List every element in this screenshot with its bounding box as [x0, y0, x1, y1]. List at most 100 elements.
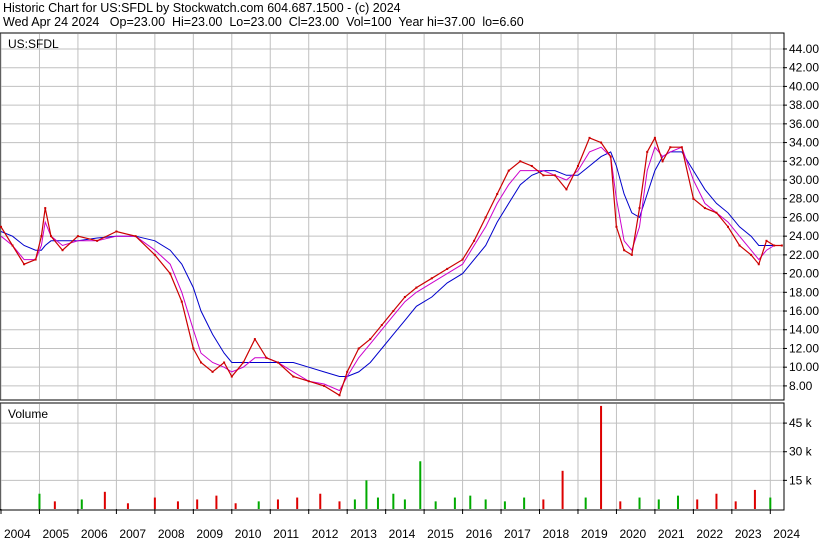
volume-bar — [657, 499, 660, 509]
volume-bar — [542, 499, 545, 509]
close-point — [380, 324, 383, 327]
volume-bar — [196, 499, 199, 509]
close-point — [265, 356, 268, 359]
close-point — [253, 338, 256, 341]
close-point — [519, 160, 522, 163]
close-point — [338, 394, 341, 397]
year-tick-label: 2019 — [581, 527, 608, 541]
price-tick-label: 14.00 — [789, 323, 819, 337]
close-point — [230, 375, 233, 378]
close-point — [23, 263, 26, 266]
close-point — [757, 263, 760, 266]
close-point — [565, 188, 568, 191]
price-tick-label: 22.00 — [789, 248, 819, 262]
price-tick-label: 8.00 — [789, 379, 813, 393]
volume-panel — [0, 402, 785, 511]
volume-bar — [296, 497, 299, 509]
year-tick-label: 2006 — [81, 527, 108, 541]
close-point — [96, 239, 99, 242]
volume-bar — [103, 491, 106, 509]
price-tick-label: 38.00 — [789, 98, 819, 112]
close-point — [276, 361, 279, 364]
close-point — [430, 277, 433, 280]
price-tick-label: 12.00 — [789, 341, 819, 355]
symbol-label: US:SFDL — [8, 37, 59, 51]
volume-bar — [215, 495, 218, 509]
close-point — [692, 197, 695, 200]
price-tick-label: 42.00 — [789, 61, 819, 75]
volume-bar — [484, 499, 487, 509]
year-tick-label: 2012 — [312, 527, 339, 541]
year-tick-label: 2008 — [158, 527, 185, 541]
price-tick-label: 18.00 — [789, 285, 819, 299]
volume-tick-label: 30 k — [789, 445, 813, 459]
close-point — [242, 361, 245, 364]
close-point — [115, 230, 118, 233]
price-tick-label: 16.00 — [789, 304, 819, 318]
volume-bar — [753, 489, 756, 509]
volume-bar — [257, 501, 260, 509]
year-tick-label: 2005 — [42, 527, 69, 541]
close-point — [588, 136, 591, 139]
volume-bar — [469, 495, 472, 509]
close-point — [357, 347, 360, 350]
close-point — [473, 239, 476, 242]
volume-bar — [276, 499, 279, 509]
close-point — [484, 216, 487, 219]
volume-bar — [365, 480, 368, 509]
price-tick-label: 40.00 — [789, 79, 819, 93]
year-tick-label: 2011 — [273, 527, 299, 541]
volume-bar — [561, 470, 564, 509]
year-tick-label: 2023 — [735, 527, 762, 541]
volume-bar — [523, 497, 526, 509]
year-tick-label: 2024 — [773, 527, 800, 541]
volume-bar — [176, 501, 179, 509]
close-point — [715, 211, 718, 214]
close-point — [211, 370, 214, 373]
close-point — [292, 375, 295, 378]
volume-tick-label: 15 k — [789, 473, 813, 487]
year-tick-label: 2017 — [504, 527, 531, 541]
volume-bar — [696, 499, 699, 509]
close-point — [661, 160, 664, 163]
close-point — [223, 361, 226, 364]
year-axis: 2004 2005 2006 2007 2008 2009 2010 2011 2012 2013… — [0, 509, 800, 541]
close-point — [703, 207, 706, 210]
volume-bar — [319, 493, 322, 509]
year-tick-label: 2022 — [696, 527, 723, 541]
volume-tick-label: 45 k — [789, 416, 813, 430]
close-point — [446, 267, 449, 270]
price-tick-label: 28.00 — [789, 192, 819, 206]
close-point — [615, 225, 618, 228]
price-tick-label: 36.00 — [789, 117, 819, 131]
close-point — [600, 141, 603, 144]
close-point — [369, 338, 372, 341]
close-point — [40, 235, 43, 238]
close-point — [192, 347, 195, 350]
close-point — [542, 174, 545, 177]
volume-bar — [638, 497, 641, 509]
stock-chart: 8.00 10.00 12.00 14.00 16.00 18.00 20.00 22.00 2… — [0, 32, 819, 541]
volume-label: Volume — [8, 407, 48, 421]
year-tick-label: 2009 — [196, 527, 223, 541]
close-point — [507, 169, 510, 172]
volume-bar — [38, 493, 41, 509]
volume-bar — [126, 503, 129, 509]
close-point — [623, 249, 626, 252]
close-point — [638, 207, 641, 210]
close-point — [461, 258, 464, 261]
volume-bar — [376, 497, 379, 509]
price-panel — [0, 32, 785, 401]
volume-bar — [769, 497, 772, 509]
close-point — [415, 286, 418, 289]
close-point — [76, 235, 79, 238]
year-tick-label: 2014 — [389, 527, 416, 541]
close-point — [307, 380, 310, 383]
price-tick-label: 10.00 — [789, 360, 819, 374]
close-point — [50, 235, 53, 238]
close-point — [653, 136, 656, 139]
close-point — [44, 207, 47, 210]
volume-bar — [619, 501, 622, 509]
year-tick-label: 2010 — [235, 527, 262, 541]
volume-bar — [234, 503, 237, 509]
